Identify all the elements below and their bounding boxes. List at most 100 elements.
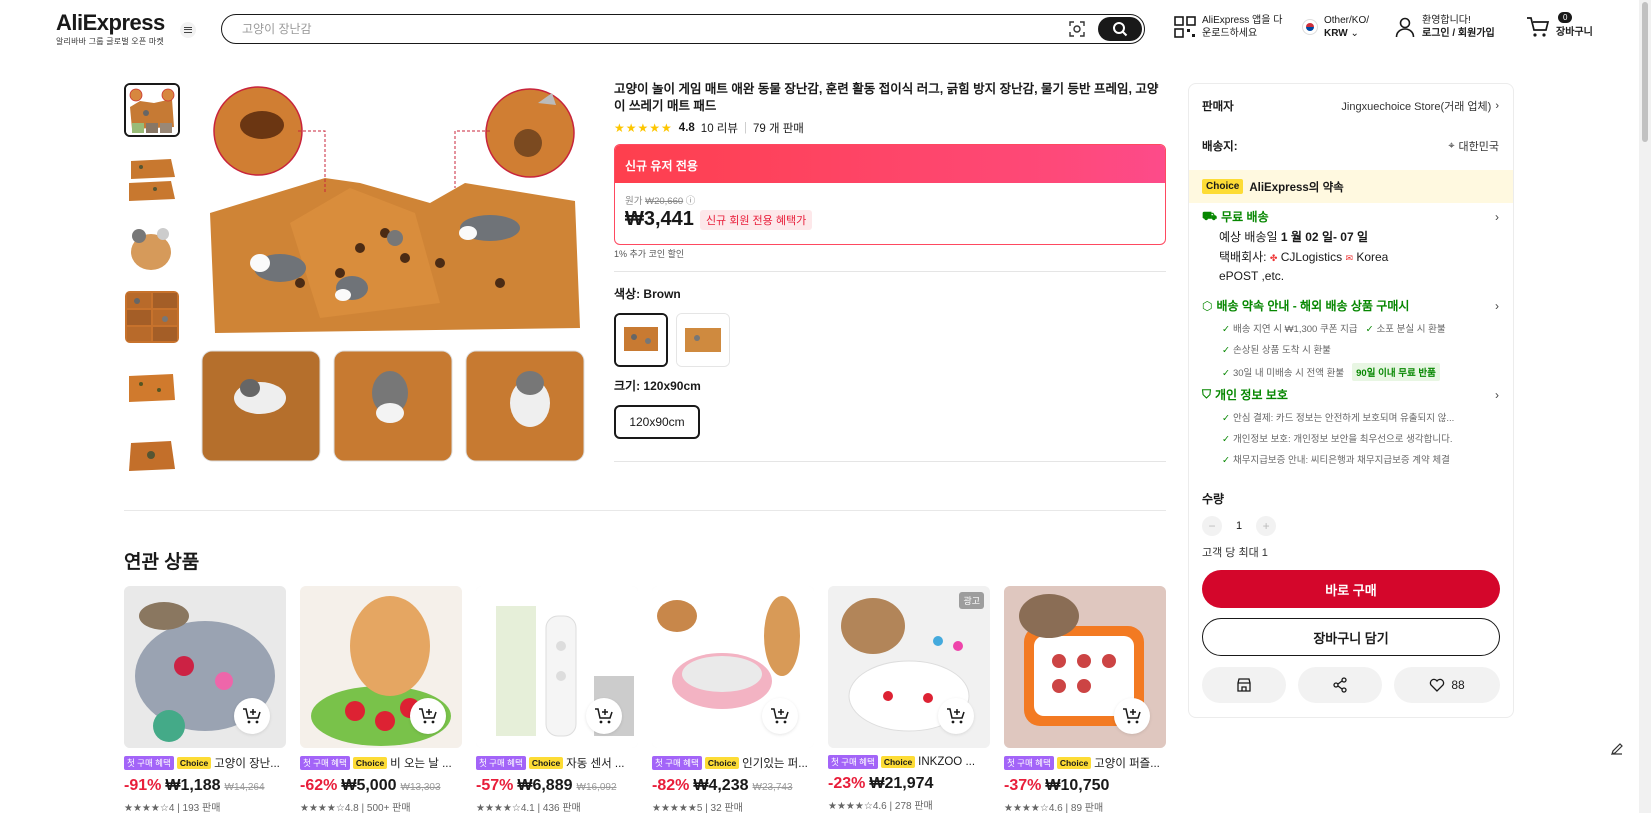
color-value: Brown — [643, 287, 681, 301]
truck-icon: ⛟ — [1202, 208, 1218, 223]
choice-tag: Choice — [176, 757, 212, 769]
account-menu[interactable]: 환영합니다! 로그인 / 회원가입 — [1394, 14, 1495, 40]
login-link[interactable]: 로그인 / 회원가입 — [1422, 28, 1495, 39]
shield-check-icon: ⛉ — [1202, 387, 1212, 401]
ship-to-row[interactable]: 배송지: ⌖ 대한민국 — [1202, 138, 1499, 154]
first-purchase-tag: 첫 구매 혜택 — [828, 755, 878, 769]
promise-item: 소포 분실 시 환불 — [1376, 324, 1446, 335]
search-input[interactable] — [242, 20, 1062, 38]
discount-percent: -37% — [1004, 777, 1042, 794]
related-product-card[interactable]: 첫 구매 혜택 Choice 고양이 퍼즐... -37% ₩10,750 ★★★★☆4.… — [1004, 586, 1166, 814]
size-label: 크기: 120x90cm — [614, 377, 701, 394]
choice-tag: Choice — [1056, 757, 1092, 769]
product-name[interactable]: 인기있는 퍼... — [742, 755, 808, 771]
product-image[interactable] — [652, 586, 814, 748]
add-to-cart-button[interactable] — [586, 698, 622, 734]
buy-now-button[interactable]: 바로 구매 — [1202, 570, 1500, 608]
cart-link[interactable]: 0 장바구니 — [1526, 12, 1593, 39]
greeting: 환영합니다! — [1422, 15, 1471, 26]
product-name[interactable]: 고양이 장난... — [214, 755, 280, 771]
related-product-card[interactable]: 첫 구매 혜택 Choice 인기있는 퍼... -82% ₩4,238 ₩23,743 ★… — [652, 586, 814, 814]
product-name[interactable]: 고양이 퍼즐... — [1094, 755, 1160, 771]
product-name[interactable]: 자동 센서 ... — [566, 755, 624, 771]
add-to-cart-button[interactable] — [410, 698, 446, 734]
thumbnail-list — [124, 83, 180, 497]
ad-tag: 광고 — [959, 592, 984, 609]
quantity-value[interactable]: 1 — [1236, 520, 1242, 532]
scrollbar-thumb[interactable] — [1642, 2, 1648, 142]
sale-price: ₩3,441 — [625, 208, 694, 230]
thumbnail-1[interactable] — [124, 83, 180, 137]
search-button[interactable] — [1098, 17, 1142, 41]
product-image[interactable] — [124, 586, 286, 748]
new-member-tag: 신규 회원 전용 혜택가 — [699, 209, 813, 230]
cart-plus-icon — [419, 708, 437, 724]
related-product-card[interactable]: 첫 구매 혜택 Choice 자동 센서 ... -57% ₩6,889 ₩16,092 ★… — [476, 586, 638, 814]
image-search-icon[interactable] — [1068, 20, 1086, 38]
logo-subtitle: 알리바바 그룹 글로벌 오픈 마켓 — [56, 37, 164, 46]
share-button[interactable] — [1298, 667, 1382, 703]
product-image[interactable]: 광고 — [828, 586, 990, 748]
add-to-cart-button[interactable] — [938, 698, 974, 734]
product-image[interactable] — [476, 586, 638, 748]
add-to-cart-button[interactable] — [762, 698, 798, 734]
app-download-line1: AliExpress 앱을 다 — [1202, 15, 1283, 26]
related-product-card[interactable]: 첫 구매 혜택 Choice 고양이 장난... -91% ₩1,188 ₩14,264 ★… — [124, 586, 286, 814]
thumbnail-2[interactable] — [124, 152, 180, 206]
top-header: AliExpress 알리바바 그룹 글로벌 오픈 마켓 AliExpress … — [0, 0, 1651, 58]
product-image[interactable] — [300, 586, 462, 748]
page-scrollbar[interactable] — [1639, 0, 1651, 813]
deal-box: 신규 유저 전용 원가 ₩20,660 ⓘ ₩3,441 신규 회원 전용 혜택… — [614, 144, 1166, 245]
cart-icon — [1527, 16, 1550, 37]
promise-title: 배송 약속 안내 - 해외 배송 상품 구매시 — [1216, 299, 1410, 313]
review-count[interactable]: 10 리뷰 — [701, 120, 738, 136]
product-name[interactable]: INKZOO ... — [918, 756, 975, 768]
chevron-down-icon: ⌄ — [1350, 28, 1359, 39]
chevron-right-icon: › — [1495, 298, 1499, 313]
search-icon — [1113, 22, 1128, 37]
free-shipping-section[interactable]: ⛟ 무료 배송 › 예상 배송일 1 월 02 일- 07 일 택배회사: ✤ CJ… — [1202, 208, 1499, 284]
product-name[interactable]: 비 오는 날 ... — [390, 755, 452, 771]
delivery-promise-section[interactable]: ⬡ 배송 약속 안내 - 해외 배송 상품 구매시 › ✓ 배송 지연 시 ₩1,30… — [1202, 297, 1499, 381]
add-to-cart-button[interactable]: 장바구니 담기 — [1202, 618, 1500, 656]
divider — [614, 461, 1166, 462]
deal-header: 신규 유저 전용 — [615, 145, 1165, 183]
free-shipping-title: 무료 배송 — [1221, 210, 1269, 224]
menu-icon[interactable] — [180, 22, 196, 38]
info-icon[interactable]: ⓘ — [686, 196, 696, 207]
divider — [614, 271, 1166, 272]
aliexpress-logo[interactable]: AliExpress 알리바바 그룹 글로벌 오픈 마켓 — [56, 11, 165, 47]
main-product-image[interactable] — [200, 83, 588, 471]
thumbnail-3[interactable] — [124, 221, 180, 275]
thumbnail-5[interactable] — [124, 359, 180, 413]
store-button[interactable] — [1202, 667, 1286, 703]
wishlist-button[interactable]: 88 — [1394, 667, 1500, 703]
user-icon — [1395, 17, 1415, 38]
rating-and-sold: ★★★★☆4 | 193 판매 — [124, 803, 221, 814]
decrease-button[interactable]: − — [1202, 516, 1222, 536]
promise-item: 30일 내 미배송 시 전액 환불 — [1232, 368, 1345, 379]
size-option[interactable]: 120x90cm — [614, 405, 700, 439]
edit-icon[interactable] — [1606, 738, 1628, 760]
thumbnail-6[interactable] — [124, 428, 180, 482]
thumbnail-4[interactable] — [124, 290, 180, 344]
color-swatch-brown-2[interactable] — [676, 313, 730, 367]
cart-plus-icon — [947, 708, 965, 724]
privacy-section[interactable]: ⛉ 개인 정보 보호 › ✓ 안심 결제: 카드 정보는 안전하게 보호되며 유출되지… — [1202, 386, 1499, 466]
discount-percent: -82% — [652, 777, 690, 794]
add-to-cart-button[interactable] — [1114, 698, 1150, 734]
divider — [124, 510, 1166, 511]
add-to-cart-button[interactable] — [234, 698, 270, 734]
increase-button[interactable]: + — [1256, 516, 1277, 536]
region-selector[interactable]: Other/KO/KRW ⌄ — [1302, 14, 1369, 40]
app-download[interactable]: AliExpress 앱을 다 운로드하세요 — [1174, 14, 1282, 40]
seller-row[interactable]: 판매자 Jingxuechoice Store(거래 업체) › — [1202, 98, 1499, 114]
product-image[interactable] — [1004, 586, 1166, 748]
rating-value: 4.8 — [678, 122, 695, 134]
related-product-card[interactable]: 첫 구매 혜택 Choice 비 오는 날 ... -62% ₩5,000 ₩13,303… — [300, 586, 462, 814]
purchase-sidebar: 판매자 Jingxuechoice Store(거래 업체) › 배송지: ⌖ 대한… — [1188, 83, 1514, 718]
color-swatch-brown-1[interactable] — [614, 313, 668, 367]
discount-percent: -62% — [300, 777, 338, 794]
ship-to-label: 배송지: — [1202, 141, 1238, 153]
related-product-card[interactable]: 광고 첫 구매 혜택 Choice INKZOO ... -23% ₩21,974 ★★★★… — [828, 586, 990, 814]
